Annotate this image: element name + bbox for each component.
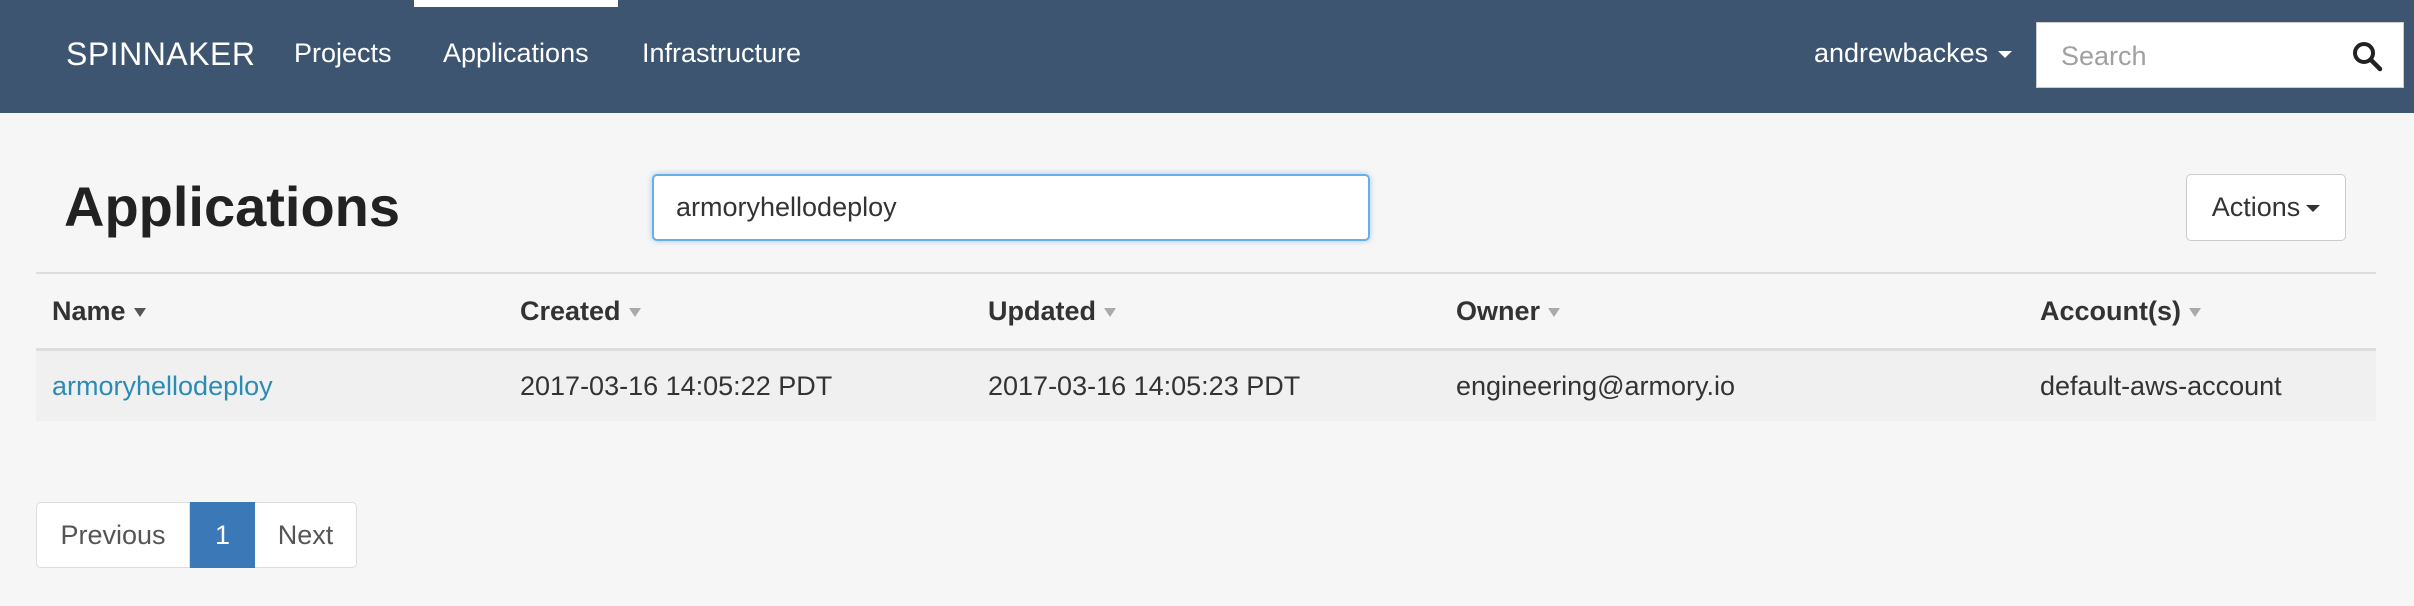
accounts-cell: default-aws-account [2040,371,2282,401]
created-cell: 2017-03-16 14:05:22 PDT [520,371,833,401]
sort-caret-icon [1548,308,1561,318]
nav-applications[interactable]: Applications [414,0,618,69]
brand-logo[interactable]: SPINNAKER [66,36,255,73]
column-label: Created [520,296,621,326]
pagination: Previous 1 Next [36,502,357,570]
user-menu[interactable]: andrewbackes [1814,38,2013,69]
column-header-owner[interactable]: Owner [1456,296,1561,327]
actions-label: Actions [2211,192,2301,222]
sort-caret-icon [2189,308,2201,318]
next-page-button[interactable]: Next [255,502,357,568]
page-1-button[interactable]: 1 [190,502,255,568]
table-header: Name Created Updated Owner Account(s) [36,272,2376,351]
sort-caret-icon [628,308,641,318]
applications-table: Name Created Updated Owner Account(s) ar… [36,272,2376,421]
nav-projects[interactable]: Projects [294,38,392,69]
sort-caret-icon [133,308,146,318]
application-filter-input[interactable] [652,174,1370,241]
previous-page-button[interactable]: Previous [36,502,190,568]
page-title: Applications [64,175,401,238]
column-header-accounts[interactable]: Account(s) [2040,296,2201,327]
user-name: andrewbackes [1814,38,1989,68]
column-label: Updated [988,296,1096,326]
column-label: Account(s) [2040,296,2181,326]
column-header-name[interactable]: Name [52,296,146,327]
sort-caret-icon [1104,308,1116,318]
caret-down-icon [1998,51,2013,59]
column-header-created[interactable]: Created [520,296,641,327]
actions-dropdown-button[interactable]: Actions [2186,174,2346,241]
search-icon[interactable] [2351,40,2383,72]
global-search [2036,22,2404,89]
updated-cell: 2017-03-16 14:05:23 PDT [988,371,1301,401]
application-name-link[interactable]: armoryhellodeploy [52,371,273,402]
owner-cell: engineering@armory.io [1456,371,1736,401]
table-row[interactable]: armoryhellodeploy 2017-03-16 14:05:22 PD… [36,351,2376,421]
search-input[interactable] [2037,23,2363,89]
column-label: Owner [1456,296,1541,326]
column-header-updated[interactable]: Updated [988,296,1116,327]
column-label: Name [52,296,126,326]
nav-infrastructure[interactable]: Infrastructure [642,38,801,69]
caret-down-icon [2306,205,2321,213]
top-navbar: SPINNAKER Projects Applications Infrastr… [0,0,2414,113]
